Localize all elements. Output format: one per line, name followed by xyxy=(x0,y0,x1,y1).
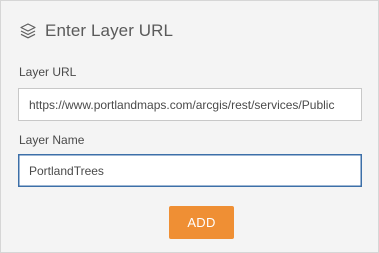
panel-header: Enter Layer URL xyxy=(19,20,173,42)
layers-icon xyxy=(19,22,37,40)
enter-layer-url-panel: Enter Layer URL Layer URL Layer Name ADD xyxy=(0,0,379,253)
panel-title: Enter Layer URL xyxy=(45,21,174,40)
layer-name-input[interactable] xyxy=(18,154,362,187)
add-button[interactable]: ADD xyxy=(169,206,234,239)
layer-name-label: Layer Name xyxy=(19,133,85,147)
layer-url-label: Layer URL xyxy=(19,65,77,79)
layer-url-input[interactable] xyxy=(18,88,362,121)
